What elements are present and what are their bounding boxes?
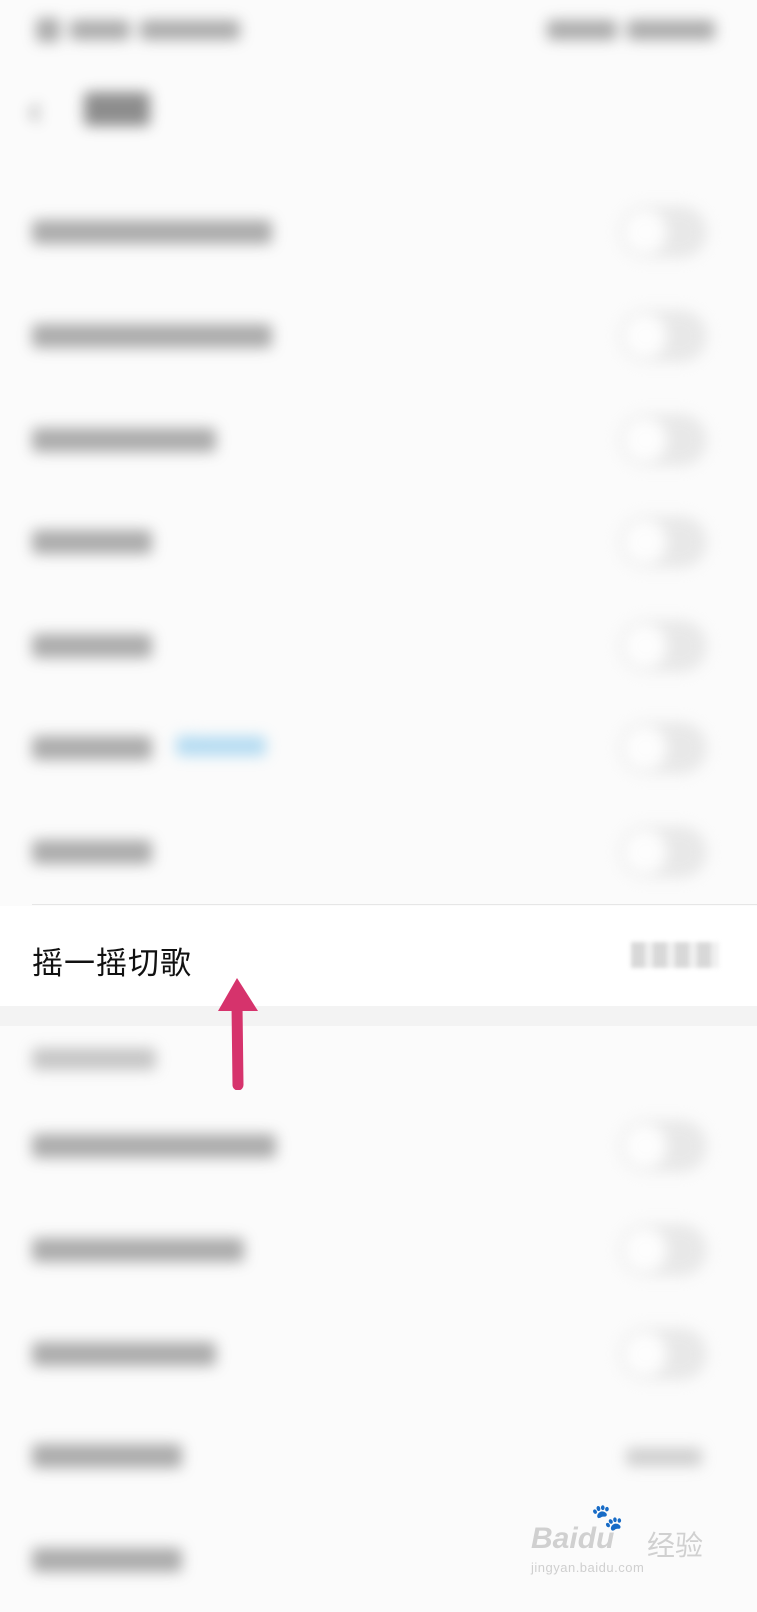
header: ‹: [0, 70, 757, 150]
shake-to-switch-song-label: 摇一摇切歌: [32, 946, 192, 981]
chevron-left-icon[interactable]: ‹: [28, 89, 42, 131]
toggle-switch[interactable]: [619, 414, 707, 466]
settings-row[interactable]: [0, 180, 757, 284]
toggle-switch[interactable]: [619, 1328, 707, 1380]
toggle-switch[interactable]: [619, 1224, 707, 1276]
toggle-knob: [623, 726, 667, 770]
watermark-url: jingyan.baidu.com: [531, 1560, 645, 1575]
paw-icon: 🐾: [591, 1502, 624, 1532]
settings-row[interactable]: [0, 1404, 757, 1508]
toggle-switch[interactable]: [619, 1120, 707, 1172]
baidu-jingyan-watermark: Baidu 🐾 经验 jingyan.baidu.com: [531, 1502, 731, 1582]
shake-to-switch-song-row[interactable]: 摇一摇切歌: [0, 906, 757, 1006]
arrow-head: [218, 978, 258, 1011]
settings-row[interactable]: [0, 1094, 757, 1198]
toggle-knob: [623, 830, 667, 874]
up-arrow-annotation: [218, 978, 258, 1090]
settings-row[interactable]: [0, 490, 757, 594]
toggle-knob: [623, 210, 667, 254]
toggle-knob: [623, 520, 667, 564]
section-gap: [0, 1006, 757, 1026]
settings-row[interactable]: [0, 800, 757, 904]
toggle-knob: [623, 624, 667, 668]
toggle-knob: [623, 1124, 667, 1168]
toggle-switch[interactable]: [619, 620, 707, 672]
toggle-switch[interactable]: [619, 310, 707, 362]
status-bar-right: [547, 14, 715, 46]
settings-row[interactable]: [0, 594, 757, 698]
toggle-knob: [623, 1228, 667, 1272]
status-bar: [0, 0, 757, 60]
divider: [32, 904, 757, 905]
settings-row[interactable]: [0, 1302, 757, 1406]
toggle-switch[interactable]: [619, 826, 707, 878]
settings-row[interactable]: [0, 388, 757, 492]
settings-row[interactable]: [0, 284, 757, 388]
toggle-switch[interactable]: [619, 206, 707, 258]
arrow-shaft: [231, 999, 244, 1090]
settings-row[interactable]: [0, 1198, 757, 1302]
toggle-switch[interactable]: [619, 722, 707, 774]
toggle-knob: [623, 314, 667, 358]
status-bar-left: [36, 14, 241, 46]
toggle-knob: [623, 418, 667, 462]
watermark-cn: 经验: [647, 1530, 704, 1561]
settings-row[interactable]: [0, 696, 757, 800]
shake-setting-value: [631, 942, 719, 968]
toggle-knob: [623, 1332, 667, 1376]
toggle-switch[interactable]: [619, 516, 707, 568]
